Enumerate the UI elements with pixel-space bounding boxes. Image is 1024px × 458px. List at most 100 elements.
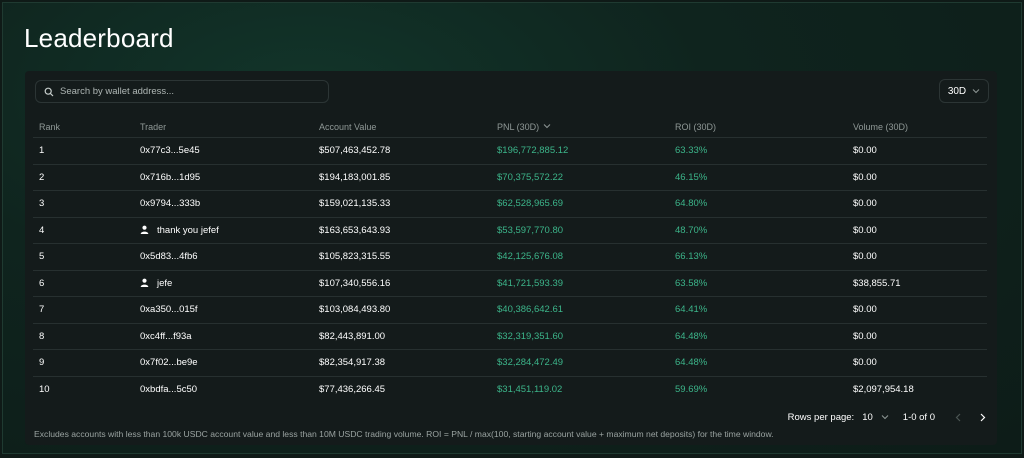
pnl-cell: $70,375,572.22	[491, 164, 669, 191]
roi-cell: 64.41%	[669, 296, 847, 324]
pnl-cell-text: $53,597,770.80	[497, 224, 564, 236]
next-page-button[interactable]	[973, 408, 991, 426]
pnl-cell: $32,284,472.49	[491, 349, 669, 377]
column-header-account-value[interactable]: Account Value	[313, 117, 491, 138]
trader-cell[interactable]: 0x716b...1d95	[134, 164, 313, 191]
volume-cell: $0.00	[847, 243, 987, 271]
column-header-pnl-label: PNL (30D)	[497, 122, 540, 132]
rank-cell: 4	[33, 217, 134, 244]
pnl-cell-text: $41,721,593.39	[497, 277, 564, 289]
account-value-cell-text: $507,463,452.78	[319, 145, 391, 157]
pnl-cell: $31,451,119.02	[491, 376, 669, 402]
roi-cell-text: 48.70%	[675, 224, 708, 236]
table-row[interactable]: 7 0xa350...015f $103,084,493.80 $40,386,642…	[33, 296, 987, 324]
rank-cell: 6	[33, 270, 134, 297]
table-row[interactable]: 4 thank you jefef $163,653,643.93 $53,597,7…	[33, 217, 987, 244]
pnl-cell: $40,386,642.61	[491, 296, 669, 324]
chevron-down-icon	[881, 415, 889, 420]
pnl-cell-text: $62,528,965.69	[497, 198, 564, 210]
account-value-cell: $507,463,452.78	[313, 137, 491, 165]
pnl-cell-text: $42,125,676.08	[497, 251, 564, 263]
roi-cell: 64.80%	[669, 190, 847, 218]
chevron-down-icon	[972, 89, 980, 94]
roi-cell: 66.13%	[669, 243, 847, 271]
chevron-right-icon	[980, 413, 985, 421]
pnl-cell: $42,125,676.08	[491, 243, 669, 271]
trader-cell[interactable]: 0xc4ff...f93a	[134, 323, 313, 350]
search-input[interactable]	[60, 86, 310, 97]
prev-page-button[interactable]	[949, 408, 967, 426]
trader-cell[interactable]: 0x5d83...4fb6	[134, 243, 313, 271]
volume-cell-text: $0.00	[853, 304, 877, 316]
table-row[interactable]: 3 0x9794...333b $159,021,135.33 $62,528,965…	[33, 190, 987, 218]
rank-cell: 5	[33, 243, 134, 271]
page-title: Leaderboard	[24, 23, 174, 53]
table-row[interactable]: 9 0x7f02...be9e $82,354,917.38 $32,284,472.…	[33, 349, 987, 377]
account-value-cell: $82,443,891.00	[313, 323, 491, 350]
table-row[interactable]: 2 0x716b...1d95 $194,183,001.85 $70,375,572…	[33, 164, 987, 191]
account-value-cell: $82,354,917.38	[313, 349, 491, 377]
column-header-pnl[interactable]: PNL (30D)	[491, 117, 669, 138]
trader-cell-text: 0x9794...333b	[140, 198, 201, 210]
account-value-cell: $194,183,001.85	[313, 164, 491, 191]
account-value-cell: $105,823,315.55	[313, 243, 491, 271]
trader-cell[interactable]: 0xbdfa...5c50	[134, 376, 313, 402]
column-header-volume[interactable]: Volume (30D)	[847, 117, 987, 138]
volume-cell-text: $0.00	[853, 330, 877, 342]
roi-cell-text: 63.58%	[675, 277, 708, 289]
roi-cell: 63.33%	[669, 137, 847, 165]
roi-cell: 48.70%	[669, 217, 847, 244]
roi-cell-text: 64.48%	[675, 357, 708, 369]
roi-cell-text: 66.13%	[675, 251, 708, 263]
table-header-row: Rank Trader Account Value PNL (30D) ROI …	[33, 117, 987, 138]
account-value-cell: $159,021,135.33	[313, 190, 491, 218]
rank-cell-text: 8	[39, 330, 45, 342]
volume-cell: $0.00	[847, 323, 987, 350]
rank-cell-text: 3	[39, 198, 45, 210]
period-select[interactable]: 30D	[939, 79, 989, 103]
account-value-cell-text: $103,084,493.80	[319, 304, 391, 316]
pnl-cell-text: $32,319,351.60	[497, 330, 564, 342]
account-value-cell: $103,084,493.80	[313, 296, 491, 324]
trader-cell-text: thank you jefef	[157, 224, 219, 236]
trader-cell-text: 0xc4ff...f93a	[140, 330, 192, 342]
volume-cell: $0.00	[847, 349, 987, 377]
table-row[interactable]: 1 0x77c3...5e45 $507,463,452.78 $196,772,88…	[33, 137, 987, 165]
search-icon	[44, 87, 54, 96]
trader-cell[interactable]: 0x9794...333b	[134, 190, 313, 218]
table-row[interactable]: 8 0xc4ff...f93a $82,443,891.00 $32,319,351.…	[33, 323, 987, 350]
account-value-cell-text: $82,354,917.38	[319, 357, 386, 369]
trader-cell[interactable]: 0x77c3...5e45	[134, 137, 313, 165]
volume-cell-text: $0.00	[853, 224, 877, 236]
trader-cell[interactable]: jefe	[134, 270, 313, 297]
volume-cell-text: $2,097,954.18	[853, 383, 914, 395]
rank-cell-text: 1	[39, 145, 45, 157]
rank-cell-text: 4	[39, 224, 45, 236]
column-header-roi[interactable]: ROI (30D)	[669, 117, 847, 138]
pnl-cell: $32,319,351.60	[491, 323, 669, 350]
table-row[interactable]: 5 0x5d83...4fb6 $105,823,315.55 $42,125,676…	[33, 243, 987, 271]
volume-cell: $38,855.71	[847, 270, 987, 297]
period-value: 30D	[947, 85, 967, 97]
pnl-cell-text: $32,284,472.49	[497, 357, 564, 369]
roi-cell-text: 59.69%	[675, 383, 708, 395]
sort-chevron-down-icon	[543, 124, 551, 129]
trader-cell-text: jefe	[157, 277, 173, 289]
roi-cell: 64.48%	[669, 323, 847, 350]
trader-cell[interactable]: 0xa350...015f	[134, 296, 313, 324]
account-value-cell-text: $107,340,556.16	[319, 277, 391, 289]
table-row[interactable]: 10 0xbdfa...5c50 $77,436,266.45 $31,451,119…	[33, 376, 987, 402]
account-value-cell: $107,340,556.16	[313, 270, 491, 297]
trader-cell[interactable]: 0x7f02...be9e	[134, 349, 313, 377]
trader-cell-text: 0xbdfa...5c50	[140, 383, 198, 395]
user-icon	[140, 225, 149, 234]
chevron-left-icon	[955, 413, 960, 421]
roi-cell: 63.58%	[669, 270, 847, 297]
table-row[interactable]: 6 jefe $107,340,556.16 $41,721,593.39 63.58%…	[33, 270, 987, 297]
search-box[interactable]	[35, 80, 329, 103]
rows-per-page-value: 10	[862, 411, 873, 423]
trader-cell[interactable]: thank you jefef	[134, 217, 313, 244]
rows-per-page-select[interactable]: 10	[862, 412, 889, 423]
volume-cell: $2,097,954.18	[847, 376, 987, 402]
trader-cell-text: 0x5d83...4fb6	[140, 251, 198, 263]
